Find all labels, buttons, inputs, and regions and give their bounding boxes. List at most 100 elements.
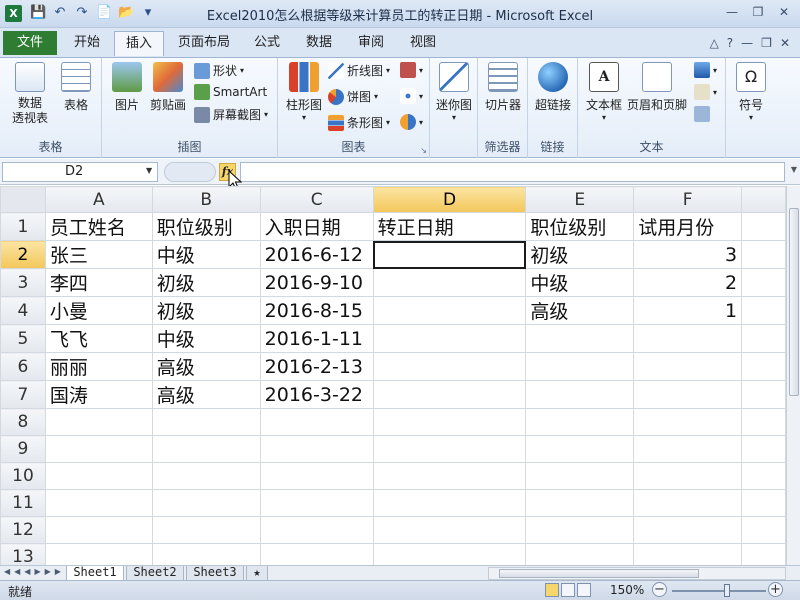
wordart-button[interactable]: ▾ <box>694 62 717 78</box>
row-header[interactable]: 12 <box>0 516 46 544</box>
cell-e9[interactable] <box>525 435 635 463</box>
row-header[interactable]: 2 <box>0 240 46 269</box>
tab-insert[interactable]: 插入 <box>114 31 164 56</box>
cell-b11[interactable] <box>151 489 261 517</box>
close-icon[interactable]: ✕ <box>774 3 794 21</box>
sheet-tab-sheet1[interactable]: Sheet1 <box>66 566 124 581</box>
row-header[interactable]: 8 <box>0 408 46 436</box>
sparkline-button[interactable]: 迷你图 ▾ <box>434 62 474 122</box>
tab-file[interactable]: 文件 <box>3 31 57 55</box>
signature-line-button[interactable]: ▾ <box>694 84 717 100</box>
name-box[interactable]: D2 <box>2 162 158 182</box>
cell-d2[interactable] <box>372 240 527 269</box>
cell-a10[interactable] <box>44 462 153 490</box>
screenshot-button[interactable]: 屏幕截图 ▾ <box>194 106 268 123</box>
cell-b5[interactable]: 中级 <box>151 324 261 353</box>
cell-partial[interactable] <box>741 352 786 381</box>
cell-c8[interactable] <box>259 408 374 436</box>
minimize-ribbon-icon[interactable]: △ <box>710 36 719 50</box>
zoom-slider-track[interactable] <box>672 590 766 592</box>
cell-f6[interactable] <box>633 352 743 381</box>
cell-b13[interactable] <box>151 543 261 566</box>
smartart-button[interactable]: SmartArt <box>194 84 267 100</box>
vertical-scroll-thumb[interactable] <box>789 208 799 396</box>
zoom-level[interactable]: 150% <box>610 583 644 597</box>
cell-a2[interactable]: 张三 <box>44 240 153 269</box>
sheet-nav-arrows-icon[interactable]: ◀◀◀▶▶▶ <box>4 567 65 576</box>
slicer-button[interactable]: 切片器 <box>482 62 524 113</box>
column-header-b[interactable]: B <box>151 186 261 213</box>
cell-e12[interactable] <box>525 516 635 544</box>
cell-b7[interactable]: 高级 <box>151 380 261 409</box>
worksheet-grid[interactable]: A B C D E F 1 员工姓名 职位级别 入职日期 转正日期 职位级别 试用月份 2 张三… <box>0 186 786 566</box>
cell-c11[interactable] <box>259 489 374 517</box>
cell-a6[interactable]: 丽丽 <box>44 352 153 381</box>
minimize-icon[interactable]: — <box>722 3 742 21</box>
row-header[interactable]: 10 <box>0 462 46 490</box>
cell-c13[interactable] <box>259 543 374 566</box>
cell-b8[interactable] <box>151 408 261 436</box>
cell-d13[interactable] <box>372 543 527 566</box>
cell-d10[interactable] <box>372 462 527 490</box>
hyperlink-button[interactable]: 超链接 <box>532 62 574 113</box>
horizontal-scroll-thumb[interactable] <box>499 569 699 578</box>
scatter-chart-button[interactable]: ▾ <box>400 88 423 104</box>
cell-partial[interactable] <box>741 489 786 517</box>
tab-data[interactable]: 数据 <box>300 31 338 56</box>
sheet-tab-sheet3[interactable]: Sheet3 <box>186 566 244 581</box>
cell-b2[interactable]: 中级 <box>151 240 261 269</box>
cell-c3[interactable]: 2016-9-10 <box>259 268 374 297</box>
bar-chart-button[interactable]: 条形图 ▾ <box>328 114 390 131</box>
cell-b6[interactable]: 高级 <box>151 352 261 381</box>
cell-d8[interactable] <box>372 408 527 436</box>
cell-f10[interactable] <box>633 462 743 490</box>
cell-c9[interactable] <box>259 435 374 463</box>
zoom-slider-thumb[interactable] <box>723 584 730 597</box>
cell-a3[interactable]: 李四 <box>44 268 153 297</box>
cell-e10[interactable] <box>525 462 635 490</box>
other-charts-button[interactable]: ▾ <box>400 114 423 130</box>
cell-table[interactable]: A B C D E F 1 员工姓名 职位级别 入职日期 转正日期 职位级别 试用月份 2 张三… <box>0 186 786 566</box>
column-header-e[interactable]: E <box>525 186 635 213</box>
column-header-d[interactable]: D <box>372 186 527 213</box>
sheet-tab-sheet2[interactable]: Sheet2 <box>126 566 184 581</box>
cell-a8[interactable] <box>44 408 153 436</box>
select-all-corner[interactable] <box>0 186 46 213</box>
cell-b12[interactable] <box>151 516 261 544</box>
cell-b9[interactable] <box>151 435 261 463</box>
cell-f13[interactable] <box>633 543 743 566</box>
cell-d1[interactable]: 转正日期 <box>372 212 527 241</box>
cell-e7[interactable] <box>525 380 635 409</box>
cell-a12[interactable] <box>44 516 153 544</box>
cell-a4[interactable]: 小曼 <box>44 296 153 325</box>
cell-a9[interactable] <box>44 435 153 463</box>
cell-partial[interactable] <box>741 462 786 490</box>
cell-a5[interactable]: 飞飞 <box>44 324 153 353</box>
object-button[interactable] <box>694 106 710 122</box>
cell-a13[interactable] <box>44 543 153 566</box>
tab-review[interactable]: 审阅 <box>352 31 390 56</box>
cell-e8[interactable] <box>525 408 635 436</box>
cell-partial[interactable] <box>741 516 786 544</box>
pivot-table-button[interactable]: 数据 透视表 <box>6 62 54 126</box>
table-button[interactable]: 表格 <box>58 62 94 113</box>
cell-c4[interactable]: 2016-8-15 <box>259 296 374 325</box>
help-icon[interactable]: ? <box>727 36 733 50</box>
cell-b3[interactable]: 初级 <box>151 268 261 297</box>
tab-home[interactable]: 开始 <box>66 31 108 56</box>
cell-d3[interactable] <box>372 268 527 297</box>
cell-e2[interactable]: 初级 <box>525 240 635 269</box>
cell-d11[interactable] <box>372 489 527 517</box>
insert-sheet-icon[interactable]: ★ <box>246 566 268 581</box>
cell-e5[interactable] <box>525 324 635 353</box>
cell-f12[interactable] <box>633 516 743 544</box>
row-header[interactable]: 13 <box>0 543 46 566</box>
formula-input[interactable] <box>240 162 785 182</box>
area-chart-button[interactable]: ▾ <box>400 62 423 78</box>
cell-d5[interactable] <box>372 324 527 353</box>
symbol-button[interactable]: Ω 符号 ▾ <box>732 62 770 122</box>
cell-a1[interactable]: 员工姓名 <box>44 212 153 241</box>
cell-e3[interactable]: 中级 <box>525 268 635 297</box>
cell-a11[interactable] <box>44 489 153 517</box>
row-header[interactable]: 3 <box>0 268 46 297</box>
